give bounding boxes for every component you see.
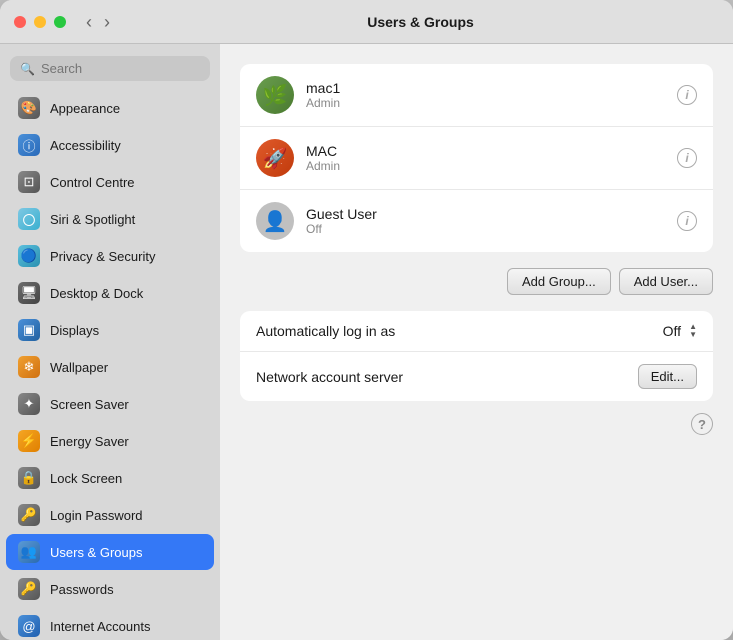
info-button-mac1[interactable]: i <box>677 85 697 105</box>
user-row-mac: 🚀 MAC Admin i <box>240 127 713 190</box>
network-server-row: Network account server Edit... <box>240 352 713 401</box>
search-bar[interactable]: 🔍 <box>10 56 210 81</box>
sidebar-item-label-passwords: Passwords <box>50 582 114 597</box>
sidebar-item-displays[interactable]: ▣ Displays <box>6 312 214 348</box>
sidebar-item-label-wallpaper: Wallpaper <box>50 360 108 375</box>
avatar-guest: 👤 <box>256 202 294 240</box>
user-name-mac1: mac1 <box>306 80 665 96</box>
user-role-mac1: Admin <box>306 96 665 110</box>
info-button-mac[interactable]: i <box>677 148 697 168</box>
main-content: 🌿 mac1 Admin i 🚀 MAC Admin <box>220 44 733 640</box>
user-role-mac: Admin <box>306 159 665 173</box>
sidebar-item-label-privacy: Privacy & Security <box>50 249 155 264</box>
forward-button[interactable]: › <box>100 11 114 33</box>
sidebar-item-label-screensaver: Screen Saver <box>50 397 129 412</box>
search-icon: 🔍 <box>20 62 35 76</box>
displays-icon: ▣ <box>18 319 40 341</box>
auto-login-stepper[interactable]: ▲ ▼ <box>689 323 697 339</box>
siri-icon: 〇 <box>18 208 40 230</box>
screensaver-icon: ✦ <box>18 393 40 415</box>
avatar-mac1: 🌿 <box>256 76 294 114</box>
sidebar-item-label-energy: Energy Saver <box>50 434 129 449</box>
navigation-buttons: ‹ › <box>82 11 114 33</box>
privacy-icon: 🔵 <box>18 245 40 267</box>
user-name-mac: MAC <box>306 143 665 159</box>
sidebar: 🔍 🎨 Appearance ⓘ Accessibility ⊡ Control Cent… <box>0 44 220 640</box>
sidebar-item-siri[interactable]: 〇 Siri & Spotlight <box>6 201 214 237</box>
info-button-guest[interactable]: i <box>677 211 697 231</box>
user-row-mac1: 🌿 mac1 Admin i <box>240 64 713 127</box>
sidebar-item-desktop[interactable]: 🖥 Desktop & Dock <box>6 275 214 311</box>
sidebar-item-appearance[interactable]: 🎨 Appearance <box>6 90 214 126</box>
sidebar-item-energy[interactable]: ⚡ Energy Saver <box>6 423 214 459</box>
sidebar-item-loginpw[interactable]: 🔑 Login Password <box>6 497 214 533</box>
sidebar-item-label-control: Control Centre <box>50 175 135 190</box>
sidebar-item-internet[interactable]: @ Internet Accounts <box>6 608 214 640</box>
sidebar-item-label-displays: Displays <box>50 323 99 338</box>
sidebar-item-passwords[interactable]: 🔑 Passwords <box>6 571 214 607</box>
stepper-down[interactable]: ▼ <box>689 331 697 339</box>
add-user-button[interactable]: Add User... <box>619 268 713 295</box>
appearance-icon: 🎨 <box>18 97 40 119</box>
system-preferences-window: ‹ › Users & Groups 🔍 🎨 Appearance ⓘ Accessi… <box>0 0 733 640</box>
lock-icon: 🔒 <box>18 467 40 489</box>
auto-login-value: Off ▲ ▼ <box>663 323 697 339</box>
user-row-guest: 👤 Guest User Off i <box>240 190 713 252</box>
users-list: 🌿 mac1 Admin i 🚀 MAC Admin <box>240 64 713 252</box>
sidebar-item-control[interactable]: ⊡ Control Centre <box>6 164 214 200</box>
user-info-mac1: mac1 Admin <box>306 80 665 110</box>
sidebar-item-label-siri: Siri & Spotlight <box>50 212 135 227</box>
sidebar-item-label-appearance: Appearance <box>50 101 120 116</box>
settings-list: Automatically log in as Off ▲ ▼ Network … <box>240 311 713 401</box>
user-name-guest: Guest User <box>306 206 665 222</box>
accessibility-icon: ⓘ <box>18 134 40 156</box>
traffic-lights <box>14 16 66 28</box>
sidebar-item-label-internet: Internet Accounts <box>50 619 150 634</box>
network-server-edit-button[interactable]: Edit... <box>638 364 697 389</box>
sidebar-item-wallpaper[interactable]: ❄ Wallpaper <box>6 349 214 385</box>
back-button[interactable]: ‹ <box>82 11 96 33</box>
add-group-button[interactable]: Add Group... <box>507 268 611 295</box>
energy-icon: ⚡ <box>18 430 40 452</box>
network-server-label: Network account server <box>256 369 638 385</box>
search-input[interactable] <box>41 61 200 76</box>
user-role-guest: Off <box>306 222 665 236</box>
auto-login-text: Off <box>663 323 681 339</box>
window-title: Users & Groups <box>122 14 719 30</box>
title-bar: ‹ › Users & Groups <box>0 0 733 44</box>
user-info-mac: MAC Admin <box>306 143 665 173</box>
sidebar-item-label-users: Users & Groups <box>50 545 142 560</box>
sidebar-items-container: 🎨 Appearance ⓘ Accessibility ⊡ Control Centre… <box>0 89 220 640</box>
loginpw-icon: 🔑 <box>18 504 40 526</box>
user-info-guest: Guest User Off <box>306 206 665 236</box>
avatar-mac: 🚀 <box>256 139 294 177</box>
control-icon: ⊡ <box>18 171 40 193</box>
desktop-icon: 🖥 <box>18 282 40 304</box>
sidebar-item-label-accessibility: Accessibility <box>50 138 121 153</box>
auto-login-row: Automatically log in as Off ▲ ▼ <box>240 311 713 352</box>
add-buttons: Add Group... Add User... <box>240 268 713 295</box>
help-button[interactable]: ? <box>691 413 713 435</box>
close-button[interactable] <box>14 16 26 28</box>
minimize-button[interactable] <box>34 16 46 28</box>
sidebar-item-label-lock: Lock Screen <box>50 471 122 486</box>
sidebar-item-label-loginpw: Login Password <box>50 508 143 523</box>
maximize-button[interactable] <box>54 16 66 28</box>
users-icon: 👥 <box>18 541 40 563</box>
internet-icon: @ <box>18 615 40 637</box>
content-area: 🔍 🎨 Appearance ⓘ Accessibility ⊡ Control Cent… <box>0 44 733 640</box>
sidebar-item-lock[interactable]: 🔒 Lock Screen <box>6 460 214 496</box>
passwords-icon: 🔑 <box>18 578 40 600</box>
sidebar-item-users[interactable]: 👥 Users & Groups <box>6 534 214 570</box>
help-area: ? <box>240 413 713 435</box>
sidebar-item-accessibility[interactable]: ⓘ Accessibility <box>6 127 214 163</box>
wallpaper-icon: ❄ <box>18 356 40 378</box>
sidebar-item-privacy[interactable]: 🔵 Privacy & Security <box>6 238 214 274</box>
sidebar-item-label-desktop: Desktop & Dock <box>50 286 143 301</box>
sidebar-item-screensaver[interactable]: ✦ Screen Saver <box>6 386 214 422</box>
auto-login-label: Automatically log in as <box>256 323 663 339</box>
